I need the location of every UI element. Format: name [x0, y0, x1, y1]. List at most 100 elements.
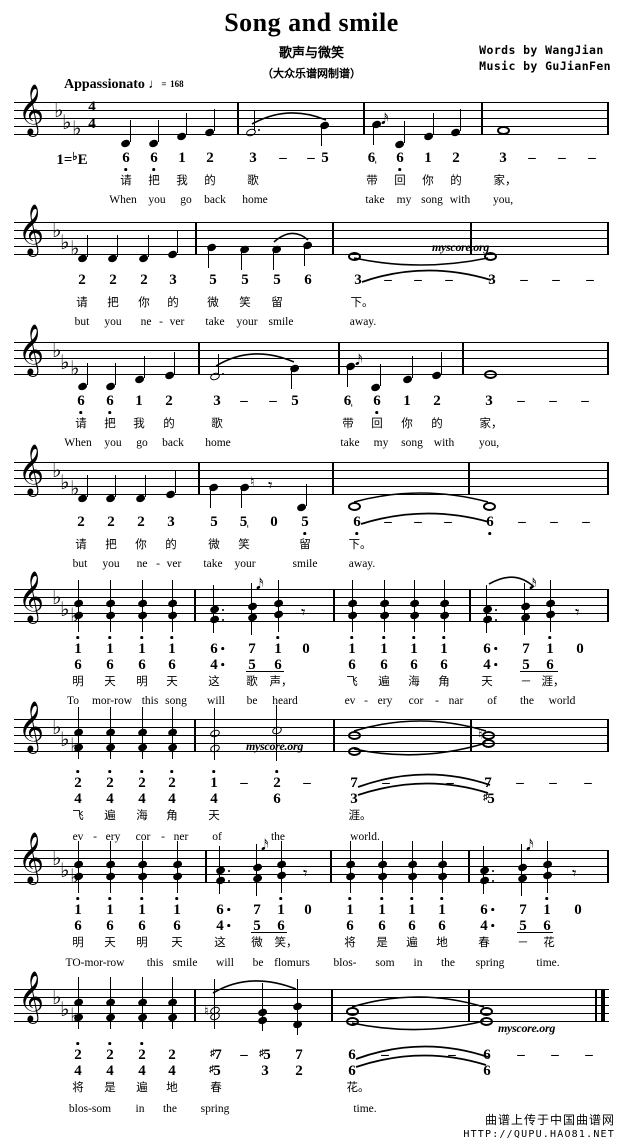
jianpu-note: 6 [106, 657, 114, 673]
jianpu-dash: – [414, 775, 422, 791]
lyrics-row-chinese: 明 天 明 天 这 微 笑， 将 是 遍 地 春 － 花 [0, 934, 623, 950]
jianpu-note: 6 [273, 791, 281, 807]
barline [607, 342, 609, 375]
notehead-whole [346, 1017, 359, 1026]
jianpu-note: ♯7 [210, 1047, 222, 1063]
lyric-syllable: 家， [479, 416, 503, 430]
jianpu-note: 6 [410, 657, 418, 673]
lyric-syllable: 花。 [346, 1080, 370, 1094]
lyric-syllable: mor-row [91, 695, 133, 707]
jianpu-note: 5 [321, 150, 329, 166]
barline [194, 989, 196, 1022]
barline [333, 589, 335, 622]
treble-clef-icon: 𝄞 [18, 324, 45, 375]
barline [330, 850, 332, 883]
lyric-syllable: you [104, 437, 122, 449]
jianpu-note: 1 [210, 770, 218, 792]
time-signature-denominator: 4 [88, 116, 96, 132]
jianpu-note: 6 [483, 1063, 491, 1079]
key-signature-flat-3: ♭ [70, 236, 80, 260]
lyric-syllable: ery [105, 831, 121, 843]
jianpu-dash: – [448, 1047, 456, 1063]
jianpu-dash: – [549, 775, 557, 791]
lyric-syllable: be [252, 957, 264, 969]
notehead-whole [483, 502, 496, 511]
lyric-syllable: smile [172, 957, 198, 969]
jianpu-dash: – [240, 775, 248, 791]
jianpu-note: 2 [168, 1047, 176, 1063]
key-signature-flat-2: ♭ [60, 230, 70, 254]
jianpu-note: 7 [522, 641, 530, 657]
jianpu-dash: – [414, 272, 422, 288]
lyric-syllable: 下。 [348, 537, 372, 551]
lyric-syllable: 角 [166, 808, 178, 822]
jianpu-note: 2 [273, 770, 281, 792]
score-header: Song and smile 歌声与微笑 （大众乐谱网制谱） Words by … [0, 0, 623, 96]
jianpu-row: 2 2 2 3 5 5𝃣 0 5 6 – – – 6 – – – [0, 514, 623, 535]
jianpu-note: 3 [485, 393, 493, 409]
jianpu-note: 6 [483, 1047, 491, 1063]
jianpu-note: 2 [107, 514, 115, 530]
eighth-flag-icon: 𝅘𝅥𝅯 [355, 351, 363, 369]
jianpu-dash: – [551, 1047, 559, 1063]
lyric-syllable: 这 [214, 935, 226, 949]
notehead-whole [346, 1007, 359, 1016]
barline [607, 850, 609, 883]
jianpu-note: 2 [78, 272, 86, 288]
key-signature-flat-2: ♭ [60, 470, 70, 494]
lyric-syllable: ver [166, 558, 182, 570]
jianpu-note: 2 [138, 1042, 146, 1064]
lyric-syllable: 把 [107, 295, 119, 309]
tempo-equals: = [161, 79, 167, 89]
lyric-syllable: 你 [138, 295, 150, 309]
lyric-syllable: 歌 [247, 173, 259, 187]
lyric-syllable: song [165, 695, 187, 707]
lyric-syllable: nar [448, 695, 464, 707]
barline [607, 222, 609, 255]
jianpu-note: 1 [546, 636, 554, 658]
lyric-syllable: 飞 [72, 808, 84, 822]
lyrics-row-chinese: 请 把 你 的 微 笑 留 下。 [0, 294, 623, 310]
lyric-syllable: 微 [208, 537, 220, 551]
lyric-syllable: 把 [105, 537, 117, 551]
jianpu-note: 1 [135, 393, 143, 409]
lyric-syllable: 遍 [104, 808, 116, 822]
jianpu-note: 5 [273, 272, 281, 288]
jianpu-note: 6 [173, 918, 181, 934]
barline [237, 102, 239, 135]
jianpu-dash: – [384, 272, 392, 288]
lyric-syllable: my [373, 437, 389, 449]
lyric-syllable: go [136, 437, 148, 449]
lyric-syllable: back [204, 194, 226, 206]
jianpu-note: 6 [106, 393, 114, 414]
jianpu-dash: – [581, 393, 589, 409]
lyric-syllable: 天 [104, 935, 116, 949]
notehead [209, 614, 220, 624]
lyric-syllable: the [519, 695, 535, 707]
jianpu-note: 2 [168, 770, 176, 792]
notehead [252, 862, 263, 872]
jianpu-note: 2 [106, 1042, 114, 1064]
eighth-flag-icon: 𝅘𝅥𝅯 [256, 575, 264, 593]
jianpu-note: 0 [302, 641, 310, 657]
lyric-syllable: 请 [75, 416, 87, 430]
treble-clef-icon: 𝄞 [18, 204, 45, 255]
treble-clef-icon: 𝄞 [18, 444, 45, 495]
lyric-syllable: 天 [208, 808, 220, 822]
lyric-syllable: ne [140, 316, 152, 328]
jianpu-dash: – [381, 1047, 389, 1063]
lyric-syllable: 留 [299, 537, 311, 551]
lyric-syllable: of [487, 695, 497, 707]
lyric-syllable: - [435, 695, 439, 707]
jianpu-note: 1 [440, 636, 448, 658]
lyric-syllable: som [375, 957, 395, 969]
lyric-syllable: you, [492, 194, 514, 206]
barline [333, 719, 335, 752]
jianpu-note: 1 [438, 897, 446, 919]
jianpu-dash: – [588, 150, 596, 166]
jianpu-note: 1 [106, 897, 114, 919]
jianpu-note: 6 [373, 393, 381, 414]
jianpu-dash: – [382, 775, 390, 791]
jianpu-note: 6 [483, 641, 497, 658]
jianpu-note: 5 [241, 272, 249, 288]
